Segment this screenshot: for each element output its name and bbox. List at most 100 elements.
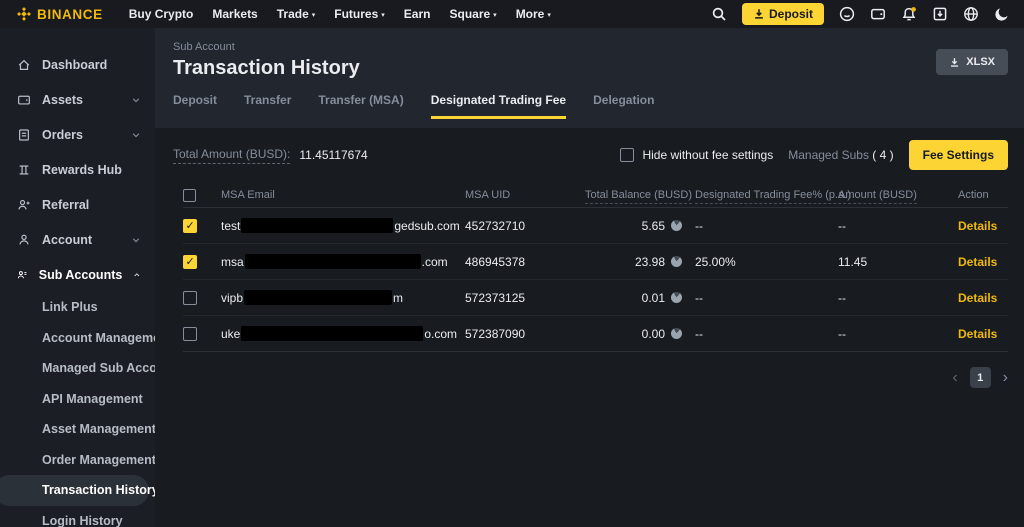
total-balance-cell: 23.98 xyxy=(585,255,695,269)
table-row: testgedsub.com 452732710 5.65 -- -- Deta… xyxy=(183,208,1008,244)
orders-file-icon xyxy=(17,128,31,142)
sidebar-item-assets[interactable]: Assets xyxy=(0,82,155,117)
col-total-balance: Total Balance (BUSD) xyxy=(585,189,695,201)
download-icon xyxy=(949,57,960,68)
top-navbar: BINANCE Buy Crypto Markets Trade▾ Future… xyxy=(0,0,1024,28)
msa-email-cell: vipbm xyxy=(221,290,465,305)
fee-cell: -- xyxy=(695,219,838,233)
nav-item-trade[interactable]: Trade▾ xyxy=(277,7,316,21)
details-link[interactable]: Details xyxy=(958,219,1008,233)
redacted-email-segment xyxy=(241,218,393,233)
redacted-email-segment xyxy=(244,290,392,305)
tab-deposit[interactable]: Deposit xyxy=(173,93,217,119)
col-designated-fee: Designated Trading Fee% (p.a.) xyxy=(695,189,838,201)
next-page-icon[interactable]: › xyxy=(1003,370,1008,386)
details-link[interactable]: Details xyxy=(958,255,1008,269)
fee-cell: 25.00% xyxy=(695,255,838,269)
deposit-button[interactable]: Deposit xyxy=(742,3,824,25)
nav-item-futures[interactable]: Futures▾ xyxy=(334,7,385,21)
fee-table: MSA Email MSA UID Total Balance (BUSD) D… xyxy=(183,183,1008,352)
profile-icon[interactable] xyxy=(839,6,855,22)
pie-chart-icon[interactable] xyxy=(671,328,682,339)
nav-item-earn[interactable]: Earn xyxy=(404,7,431,21)
chevron-down-icon: ▾ xyxy=(493,11,497,19)
sidebar-item-dashboard[interactable]: Dashboard xyxy=(0,47,155,82)
main-nav-menu: Buy Crypto Markets Trade▾ Futures▾ Earn … xyxy=(129,7,551,21)
hide-without-fee-checkbox[interactable] xyxy=(620,148,634,162)
msa-email-cell: msa.com xyxy=(221,254,465,269)
chevron-down-icon xyxy=(131,95,141,105)
fee-cell: -- xyxy=(695,327,838,341)
nav-item-markets[interactable]: Markets xyxy=(212,7,257,21)
page-header: Sub Account Transaction History XLSX Dep… xyxy=(155,28,1024,128)
pie-chart-icon[interactable] xyxy=(671,220,682,231)
sidebar-subitem-account-management[interactable]: Account Management xyxy=(0,323,155,354)
details-link[interactable]: Details xyxy=(958,327,1008,341)
sidebar-subitem-login-history[interactable]: Login History xyxy=(0,506,155,527)
sidebar-item-orders[interactable]: Orders xyxy=(0,117,155,152)
amount-cell: -- xyxy=(838,291,958,305)
managed-subs-counter: Managed Subs ( 4 ) xyxy=(788,148,893,162)
history-tabs: Deposit Transfer Transfer (MSA) Designat… xyxy=(173,93,1008,119)
fee-cell: -- xyxy=(695,291,838,305)
notifications-bell-icon[interactable] xyxy=(901,6,917,22)
export-xlsx-button[interactable]: XLSX xyxy=(936,49,1008,75)
chevron-down-icon: ▾ xyxy=(381,11,385,19)
col-msa-email: MSA Email xyxy=(221,189,465,201)
fee-settings-button[interactable]: Fee Settings xyxy=(909,140,1008,170)
breadcrumb: Sub Account xyxy=(173,41,1008,53)
assets-wallet-icon xyxy=(17,93,31,107)
pie-chart-icon[interactable] xyxy=(671,292,682,303)
pagination: ‹ 1 › xyxy=(155,367,1008,388)
row-checkbox[interactable] xyxy=(183,327,197,341)
sidebar-item-rewards-hub[interactable]: Rewards Hub xyxy=(0,152,155,187)
sidebar-subitem-api-management[interactable]: API Management xyxy=(0,384,155,415)
sidebar-subitem-asset-management[interactable]: Asset Management xyxy=(0,414,155,445)
redacted-email-segment xyxy=(245,254,421,269)
search-icon[interactable] xyxy=(711,6,727,22)
hide-without-fee-label: Hide without fee settings xyxy=(642,148,773,162)
binance-logo[interactable]: BINANCE xyxy=(16,6,103,22)
main-content: Sub Account Transaction History XLSX Dep… xyxy=(155,28,1024,527)
chevron-down-icon: ▾ xyxy=(547,11,551,19)
nav-item-more[interactable]: More▾ xyxy=(516,7,551,21)
prev-page-icon[interactable]: ‹ xyxy=(952,370,957,386)
select-all-checkbox[interactable] xyxy=(183,189,196,202)
app-download-icon[interactable] xyxy=(932,6,948,22)
row-checkbox[interactable] xyxy=(183,219,197,233)
sidebar-subitem-managed-sub-account[interactable]: Managed Sub Account xyxy=(0,353,155,384)
sidebar-item-sub-accounts[interactable]: Sub Accounts xyxy=(0,257,155,292)
tab-designated-trading-fee[interactable]: Designated Trading Fee xyxy=(431,93,566,119)
msa-uid-cell: 486945378 xyxy=(465,255,585,269)
nav-item-square[interactable]: Square▾ xyxy=(449,7,496,21)
tab-transfer-msa[interactable]: Transfer (MSA) xyxy=(318,93,403,119)
page-title: Transaction History xyxy=(173,57,1008,80)
sidebar-subitem-transaction-history[interactable]: Transaction History xyxy=(0,475,149,506)
sidebar-subitem-link-plus[interactable]: Link Plus xyxy=(0,292,155,323)
sidebar: Dashboard Assets Orders Rewards Hub Refe… xyxy=(0,28,155,527)
col-msa-uid: MSA UID xyxy=(465,189,585,201)
details-link[interactable]: Details xyxy=(958,291,1008,305)
wallet-icon[interactable] xyxy=(870,6,886,22)
row-checkbox[interactable] xyxy=(183,255,197,269)
chevron-down-icon xyxy=(131,130,141,140)
total-balance-cell: 0.00 xyxy=(585,327,695,341)
row-checkbox[interactable] xyxy=(183,291,197,305)
page-1-button[interactable]: 1 xyxy=(970,367,991,388)
sidebar-item-account[interactable]: Account xyxy=(0,222,155,257)
sidebar-subitem-order-management[interactable]: Order Management xyxy=(0,445,155,476)
chevron-down-icon xyxy=(131,235,141,245)
amount-cell: -- xyxy=(838,219,958,233)
sidebar-item-referral[interactable]: Referral xyxy=(0,187,155,222)
table-row: msa.com 486945378 23.98 25.00% 11.45 Det… xyxy=(183,244,1008,280)
language-globe-icon[interactable] xyxy=(963,6,979,22)
referral-person-add-icon xyxy=(17,198,31,212)
col-action: Action xyxy=(958,189,1008,201)
tab-delegation[interactable]: Delegation xyxy=(593,93,654,119)
theme-moon-icon[interactable] xyxy=(994,6,1010,22)
tab-transfer[interactable]: Transfer xyxy=(244,93,291,119)
msa-email-cell: ukeo.com xyxy=(221,326,465,341)
pie-chart-icon[interactable] xyxy=(671,256,682,267)
table-header-row: MSA Email MSA UID Total Balance (BUSD) D… xyxy=(183,183,1008,208)
nav-item-buy-crypto[interactable]: Buy Crypto xyxy=(129,7,194,21)
